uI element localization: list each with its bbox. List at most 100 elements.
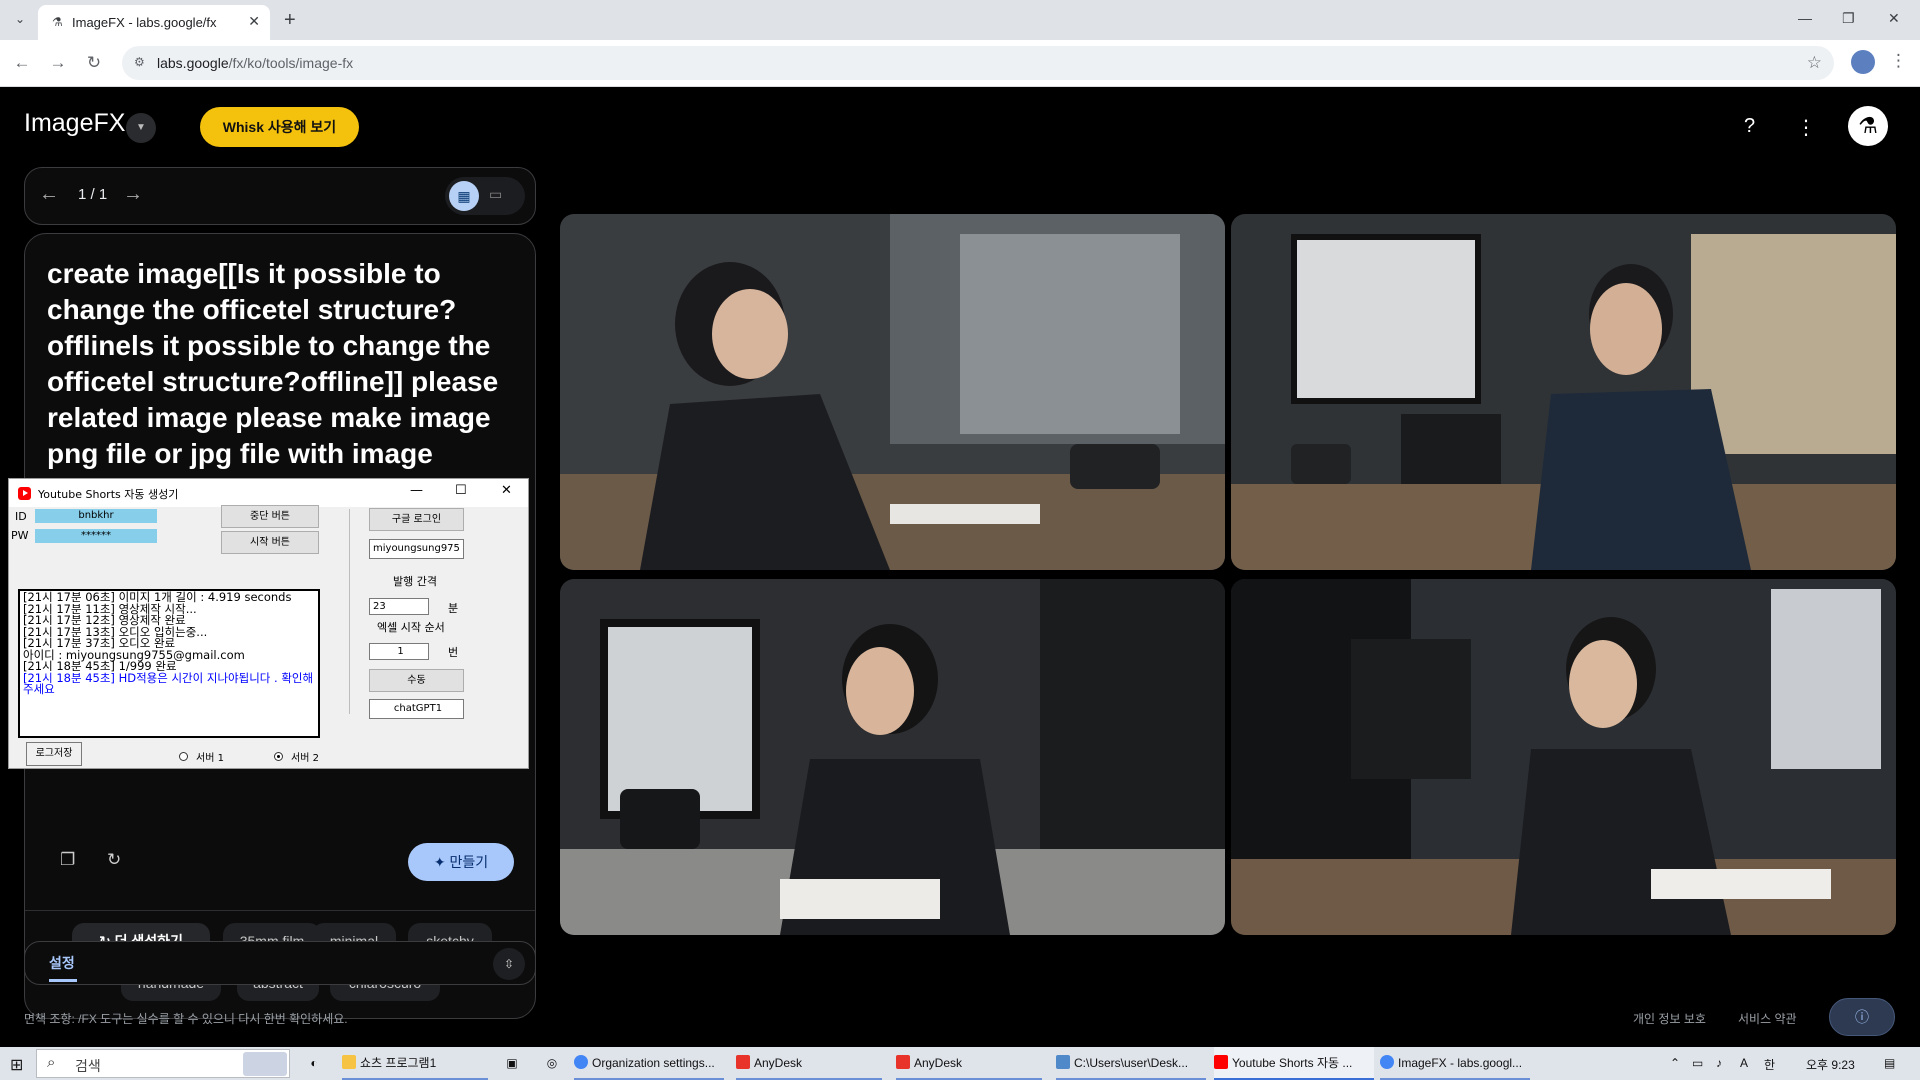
app-icon-blue[interactable]: ▣ xyxy=(500,1047,524,1080)
start-button[interactable]: 시작 버튼 xyxy=(221,531,319,554)
stop-button[interactable]: 중단 버튼 xyxy=(221,505,319,528)
app-icon-cyan[interactable]: ◎ xyxy=(540,1047,564,1080)
privacy-link[interactable]: 개인 정보 보호 xyxy=(1633,1010,1706,1027)
make-button[interactable]: ✦ 만들기 xyxy=(408,843,514,881)
bookmark-star-icon[interactable]: ☆ xyxy=(1807,53,1822,73)
tab-close-icon[interactable]: ✕ xyxy=(248,13,260,30)
clock-time[interactable]: 오후 9:23 xyxy=(1806,1056,1855,1073)
ime-a-icon[interactable]: A xyxy=(1740,1056,1748,1070)
log-textarea[interactable]: [21시 17분 06초] 이미지 1개 길이 : 4.919 seconds … xyxy=(18,589,320,738)
view-toggle: ▦ ▭ xyxy=(445,177,525,215)
taskbar-search[interactable]: ⌕ 검색 xyxy=(36,1049,290,1078)
generated-image-3[interactable] xyxy=(560,579,1225,935)
generated-image-4[interactable] xyxy=(1231,579,1896,935)
forward-icon[interactable]: → xyxy=(48,53,68,73)
flask-favicon-icon: ⚗ xyxy=(52,15,63,29)
minimize-icon[interactable]: — xyxy=(1798,10,1812,26)
reset-icon[interactable]: ↻ xyxy=(107,850,121,870)
yt-close-icon[interactable]: ✕ xyxy=(501,483,512,498)
next-page-icon[interactable]: → xyxy=(123,183,143,206)
taskbar-label: Organization settings... xyxy=(592,1056,715,1070)
help-icon[interactable]: ? xyxy=(1744,115,1755,138)
log-line-warning: [21시 18분 45초] HD적용은 시간이 지나야됩니다 . 확인해주세요 xyxy=(23,670,314,696)
labs-avatar-icon[interactable]: ⚗ xyxy=(1848,106,1888,146)
app-brand: ImageFX xyxy=(24,109,126,137)
generated-image-1[interactable] xyxy=(560,214,1225,570)
browser-tab-strip: ⌄ ⚗ ImageFX - labs.google/fx ✕ + — ❐ ✕ xyxy=(0,0,1920,40)
taskbar-item-anydesk-1[interactable]: AnyDesk xyxy=(736,1047,882,1080)
page-indicator: 1 / 1 xyxy=(78,186,108,203)
edge-icon[interactable]: ◐ xyxy=(302,1047,326,1080)
id-field[interactable]: bnbkhr xyxy=(35,509,157,523)
youtube-shorts-window: Youtube Shorts 자동 생성기 — ☐ ✕ ID bnbkhr PW… xyxy=(8,478,529,769)
taskbar-label: C:\Users\user\Desk... xyxy=(1074,1056,1189,1070)
windows-taskbar: ⊞ ⌕ 검색 ◐ 쇼츠 프로그램1 ▣ ◎ Organization setti… xyxy=(0,1047,1920,1080)
tray-chevron-icon[interactable]: ⌃ xyxy=(1670,1056,1680,1070)
google-login-button[interactable]: 구글 로그인 xyxy=(369,508,464,531)
url-text[interactable]: labs.google/fx/ko/tools/image-fx xyxy=(157,55,353,71)
volume-icon[interactable]: ♪ xyxy=(1716,1056,1722,1070)
interval-input[interactable]: 23 xyxy=(369,598,429,615)
expand-collapse-icon[interactable]: ⇳ xyxy=(493,948,525,980)
taskbar-item-chrome-org[interactable]: Organization settings... xyxy=(574,1047,724,1080)
prompt-text[interactable]: create image[[Is it possible to change t… xyxy=(47,256,517,508)
feedback-fab-icon[interactable]: ⓘ xyxy=(1829,998,1895,1036)
browser-toolbar: ← → ↻ ⚙ labs.google/fx/ko/tools/image-fx… xyxy=(0,40,1920,87)
pw-label: PW xyxy=(11,529,29,542)
reload-icon[interactable]: ↻ xyxy=(84,53,104,73)
generated-image-2[interactable] xyxy=(1231,214,1896,570)
settings-panel[interactable]: 설정 ⇳ xyxy=(24,941,536,985)
ime-korean-icon[interactable]: 한 xyxy=(1764,1056,1775,1073)
taskbar-item-anydesk-2[interactable]: AnyDesk xyxy=(896,1047,1042,1080)
profile-avatar[interactable] xyxy=(1851,50,1875,74)
taskbar-item-explorer[interactable]: C:\Users\user\Desk... xyxy=(1056,1047,1206,1080)
new-tab-icon[interactable]: + xyxy=(284,9,296,32)
server1-label[interactable]: 서버 1 xyxy=(196,749,224,764)
taskbar-label: Youtube Shorts 자동 ... xyxy=(1232,1056,1353,1070)
browser-menu-icon[interactable]: ⋮ xyxy=(1890,51,1907,71)
settings-underline xyxy=(49,979,77,982)
excel-order-input[interactable]: 1 xyxy=(369,643,429,660)
taskbar-item-youtube-shorts[interactable]: Youtube Shorts 자동 ... xyxy=(1214,1047,1374,1080)
restore-icon[interactable]: ❐ xyxy=(1842,10,1855,27)
terms-link[interactable]: 서비스 약관 xyxy=(1738,1010,1797,1027)
yt-maximize-icon[interactable]: ☐ xyxy=(455,483,467,498)
manual-button[interactable]: 수동 xyxy=(369,669,464,692)
back-icon[interactable]: ← xyxy=(12,53,32,73)
notification-icon[interactable]: ▤ xyxy=(1884,1056,1895,1070)
log-save-button[interactable]: 로그저장 xyxy=(26,742,82,766)
office-photo-1 xyxy=(560,214,1225,570)
whisk-button[interactable]: Whisk 사용해 보기 xyxy=(200,107,359,147)
pw-field[interactable]: ****** xyxy=(35,529,157,543)
more-menu-icon[interactable]: ⋮ xyxy=(1796,115,1816,140)
window-close-icon[interactable]: ✕ xyxy=(1888,10,1900,27)
excel-order-label: 엑셀 시작 순서 xyxy=(377,621,445,634)
single-view-icon[interactable]: ▭ xyxy=(489,186,502,203)
server1-radio[interactable] xyxy=(179,752,188,761)
panel-divider xyxy=(349,509,350,714)
taskbar-label: 쇼츠 프로그램1 xyxy=(360,1056,437,1070)
start-windows-icon[interactable]: ⊞ xyxy=(10,1055,23,1075)
interval-label: 발행 간격 xyxy=(393,575,437,588)
browser-tab-imagefx[interactable]: ⚗ ImageFX - labs.google/fx ✕ xyxy=(38,5,270,40)
grid-view-icon[interactable]: ▦ xyxy=(449,181,479,211)
server2-radio[interactable] xyxy=(274,752,283,761)
search-highlight-art xyxy=(243,1052,287,1076)
site-info-icon[interactable]: ⚙ xyxy=(134,55,145,69)
tab-search-icon[interactable]: ⌄ xyxy=(10,12,30,28)
prev-page-icon[interactable]: ← xyxy=(39,183,59,206)
window-title: Youtube Shorts 자동 생성기 xyxy=(38,488,179,501)
window-titlebar[interactable]: Youtube Shorts 자동 생성기 — ☐ ✕ xyxy=(9,479,528,507)
taskbar-item-imagefx[interactable]: ImageFX - labs.googl... xyxy=(1380,1047,1530,1080)
yt-minimize-icon[interactable]: — xyxy=(410,483,423,498)
taskbar-item-folder[interactable]: 쇼츠 프로그램1 xyxy=(342,1047,488,1080)
settings-label[interactable]: 설정 xyxy=(49,953,75,973)
chatgpt-field[interactable]: chatGPT1 xyxy=(369,699,464,719)
brand-dropdown-icon[interactable]: ▼ xyxy=(126,113,156,143)
server2-label[interactable]: 서버 2 xyxy=(291,749,319,764)
address-bar[interactable]: ⚙ labs.google/fx/ko/tools/image-fx ☆ xyxy=(122,46,1834,80)
copy-icon[interactable]: ❐ xyxy=(60,850,75,870)
email-input[interactable]: miyoungsung975 xyxy=(369,539,464,559)
make-button-label: 만들기 xyxy=(449,854,489,870)
network-icon[interactable]: ▭ xyxy=(1692,1056,1703,1070)
